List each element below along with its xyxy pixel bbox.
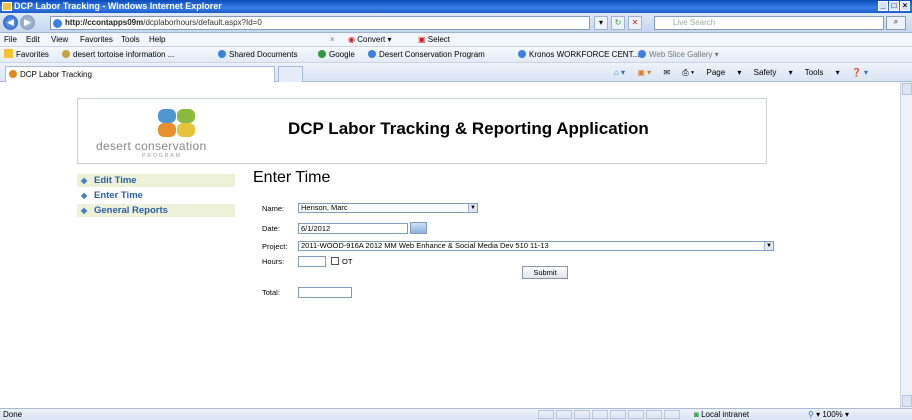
mail-icon[interactable]: ✉	[663, 68, 670, 77]
select-button[interactable]: ▣ Select	[418, 33, 450, 47]
name-select[interactable]: Henson, Marc ▼	[298, 203, 478, 213]
scroll-up-button[interactable]	[902, 83, 912, 95]
page-viewport: desert conservation PROGRAM DCP Labor Tr…	[0, 82, 900, 408]
maximize-button[interactable]: □	[889, 1, 899, 11]
minimize-button[interactable]: _	[878, 1, 888, 11]
app-title: DCP Labor Tracking & Reporting Applicati…	[288, 119, 649, 138]
address-tools: ▾ ↻ ✕	[594, 16, 642, 30]
convert-button[interactable]: ◉ Convert ▾	[348, 33, 391, 47]
nav-edit-time[interactable]: ◈ Edit Time	[77, 174, 235, 188]
safety-menu[interactable]: Safety ▾	[754, 68, 793, 77]
search-icon[interactable]: ⌕	[886, 16, 906, 30]
chevron-down-icon: ▼	[468, 204, 477, 212]
favorite-link[interactable]: Google	[318, 47, 355, 63]
ot-checkbox[interactable]	[331, 257, 339, 265]
menu-tools[interactable]: Tools	[121, 33, 140, 47]
status-panes	[538, 410, 680, 419]
back-button[interactable]: ◀	[3, 15, 18, 30]
status-text: Done	[3, 410, 23, 419]
chevron-down-icon: ▼	[764, 242, 773, 250]
scroll-down-button[interactable]	[902, 395, 912, 407]
favorite-link[interactable]: Desert Conservation Program	[368, 47, 485, 63]
favorites-bar: Favorites desert tortoise information ..…	[0, 47, 912, 63]
favorites-button[interactable]: Favorites	[4, 47, 49, 63]
favorite-link[interactable]: Web Slice Gallery ▾	[638, 47, 719, 63]
tab-bar: DCP Labor Tracking ⌂ ▾ ▣ ▾ ✉ ⎙ ▾ Page ▾ …	[0, 63, 912, 82]
feeds-icon[interactable]: ▣ ▾	[637, 68, 651, 77]
date-label: Date:	[262, 224, 280, 233]
menu-edit[interactable]: Edit	[26, 33, 40, 47]
status-bar: Done ◙ Local intranet ⚲ ▾ 100% ▾	[0, 408, 912, 420]
tab-dcp-labor-tracking[interactable]: DCP Labor Tracking	[5, 66, 275, 82]
search-input[interactable]: Live Search	[654, 16, 884, 30]
calendar-icon[interactable]	[410, 222, 427, 234]
hours-input[interactable]	[298, 256, 326, 267]
dropdown-icon[interactable]: ▾	[594, 16, 608, 30]
side-nav: ◈ Edit Time ◈ Enter Time ◈ General Reports	[77, 174, 235, 219]
total-field	[298, 287, 352, 298]
tools-menu[interactable]: Tools ▾	[805, 68, 840, 77]
refresh-icon[interactable]: ↻	[611, 16, 625, 30]
url-field[interactable]: http://ccontapps09m/dcplaborhours/defaul…	[50, 16, 590, 30]
arrow-icon: ◈	[81, 191, 88, 200]
print-icon[interactable]: ⎙ ▾	[682, 68, 694, 77]
new-tab-button[interactable]	[278, 66, 303, 82]
submit-button[interactable]: Submit	[522, 266, 568, 279]
dcp-logo: desert conservation PROGRAM	[96, 107, 256, 159]
date-input[interactable]: 6/1/2012	[298, 223, 408, 234]
hours-label: Hours:	[262, 257, 285, 266]
ot-label: OT	[342, 257, 353, 266]
app-header: desert conservation PROGRAM DCP Labor Tr…	[77, 98, 767, 164]
help-icon[interactable]: ❓ ▾	[852, 68, 868, 77]
zoom-level[interactable]: ⚲ ▾ 100% ▾	[808, 409, 849, 420]
ie-app-icon	[2, 2, 12, 11]
vertical-scrollbar[interactable]	[900, 82, 912, 408]
stop-icon[interactable]: ✕	[628, 16, 642, 30]
menu-help[interactable]: Help	[149, 33, 165, 47]
nav-enter-time[interactable]: ◈ Enter Time	[77, 189, 235, 203]
security-zone[interactable]: ◙ Local intranet	[694, 409, 749, 420]
menu-file[interactable]: File	[4, 33, 17, 47]
arrow-icon: ◈	[81, 206, 88, 215]
favorite-link[interactable]: Kronos WORKFORCE CENT...	[518, 47, 639, 63]
page-icon	[9, 70, 17, 78]
menu-favorites[interactable]: Favorites	[80, 33, 113, 47]
forward-button[interactable]: ▶	[20, 15, 35, 30]
window-title: DCP Labor Tracking - Windows Internet Ex…	[14, 1, 222, 11]
page-title: Enter Time	[253, 169, 331, 186]
name-label: Name:	[262, 204, 285, 213]
arrow-icon: ◈	[81, 176, 88, 185]
star-icon	[4, 49, 13, 58]
menu-view[interactable]: View	[51, 33, 68, 47]
project-label: Project:	[262, 242, 288, 251]
command-bar: ⌂ ▾ ▣ ▾ ✉ ⎙ ▾ Page ▾ Safety ▾ Tools ▾ ❓ …	[614, 66, 878, 80]
ie-page-icon	[53, 19, 62, 28]
close-toolbar-icon[interactable]: ×	[330, 33, 335, 47]
window-titlebar: DCP Labor Tracking - Windows Internet Ex…	[0, 0, 912, 13]
favorite-link[interactable]: Shared Documents	[218, 47, 297, 63]
home-icon[interactable]: ⌂ ▾	[614, 68, 625, 77]
favorite-link[interactable]: desert tortoise information ...	[62, 47, 174, 63]
total-label: Total:	[262, 288, 280, 297]
close-button[interactable]: ×	[900, 1, 910, 11]
project-select[interactable]: 2011-WOOD-916A 2012 MM Web Enhance & Soc…	[298, 241, 774, 251]
menu-bar: File Edit View Favorites Tools Help × ◉ …	[0, 33, 912, 47]
window-controls: _ □ ×	[878, 1, 910, 11]
address-bar: ◀ ▶ http://ccontapps09m/dcplaborhours/de…	[0, 13, 912, 33]
page-menu[interactable]: Page ▾	[707, 68, 742, 77]
nav-general-reports[interactable]: ◈ General Reports	[77, 204, 235, 218]
